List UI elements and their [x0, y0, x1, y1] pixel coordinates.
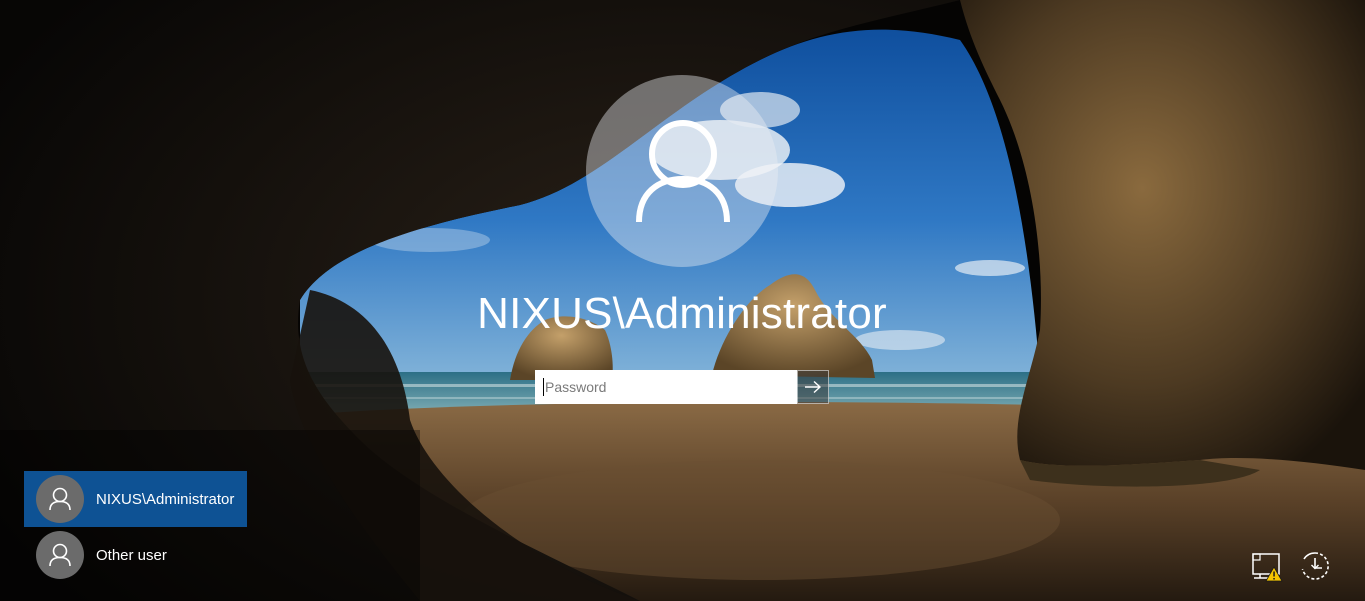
lock-screen: NIXUS\Administrator NIXUS\Administrator [0, 0, 1365, 601]
user-silhouette-icon [49, 543, 71, 567]
user-item-label: NIXUS\Administrator [96, 490, 235, 508]
network-warning-icon [1252, 553, 1283, 582]
network-button[interactable] [1250, 549, 1284, 583]
avatar [36, 531, 84, 579]
user-switcher: NIXUS\Administrator Other user [24, 471, 247, 583]
avatar [36, 475, 84, 523]
arrow-right-icon [805, 380, 822, 394]
password-input[interactable] [535, 370, 797, 404]
submit-button[interactable] [797, 370, 829, 404]
user-avatar [586, 75, 778, 267]
user-item-other-user[interactable]: Other user [24, 527, 247, 583]
ease-of-access-button[interactable] [1298, 549, 1332, 583]
password-form [535, 370, 829, 404]
user-silhouette-icon [636, 120, 730, 223]
user-item-administrator[interactable]: NIXUS\Administrator [24, 471, 247, 527]
ease-of-access-icon [1301, 552, 1329, 580]
user-silhouette-icon [49, 487, 71, 511]
username-heading: NIXUS\Administrator [477, 289, 887, 338]
user-item-label: Other user [96, 546, 167, 564]
